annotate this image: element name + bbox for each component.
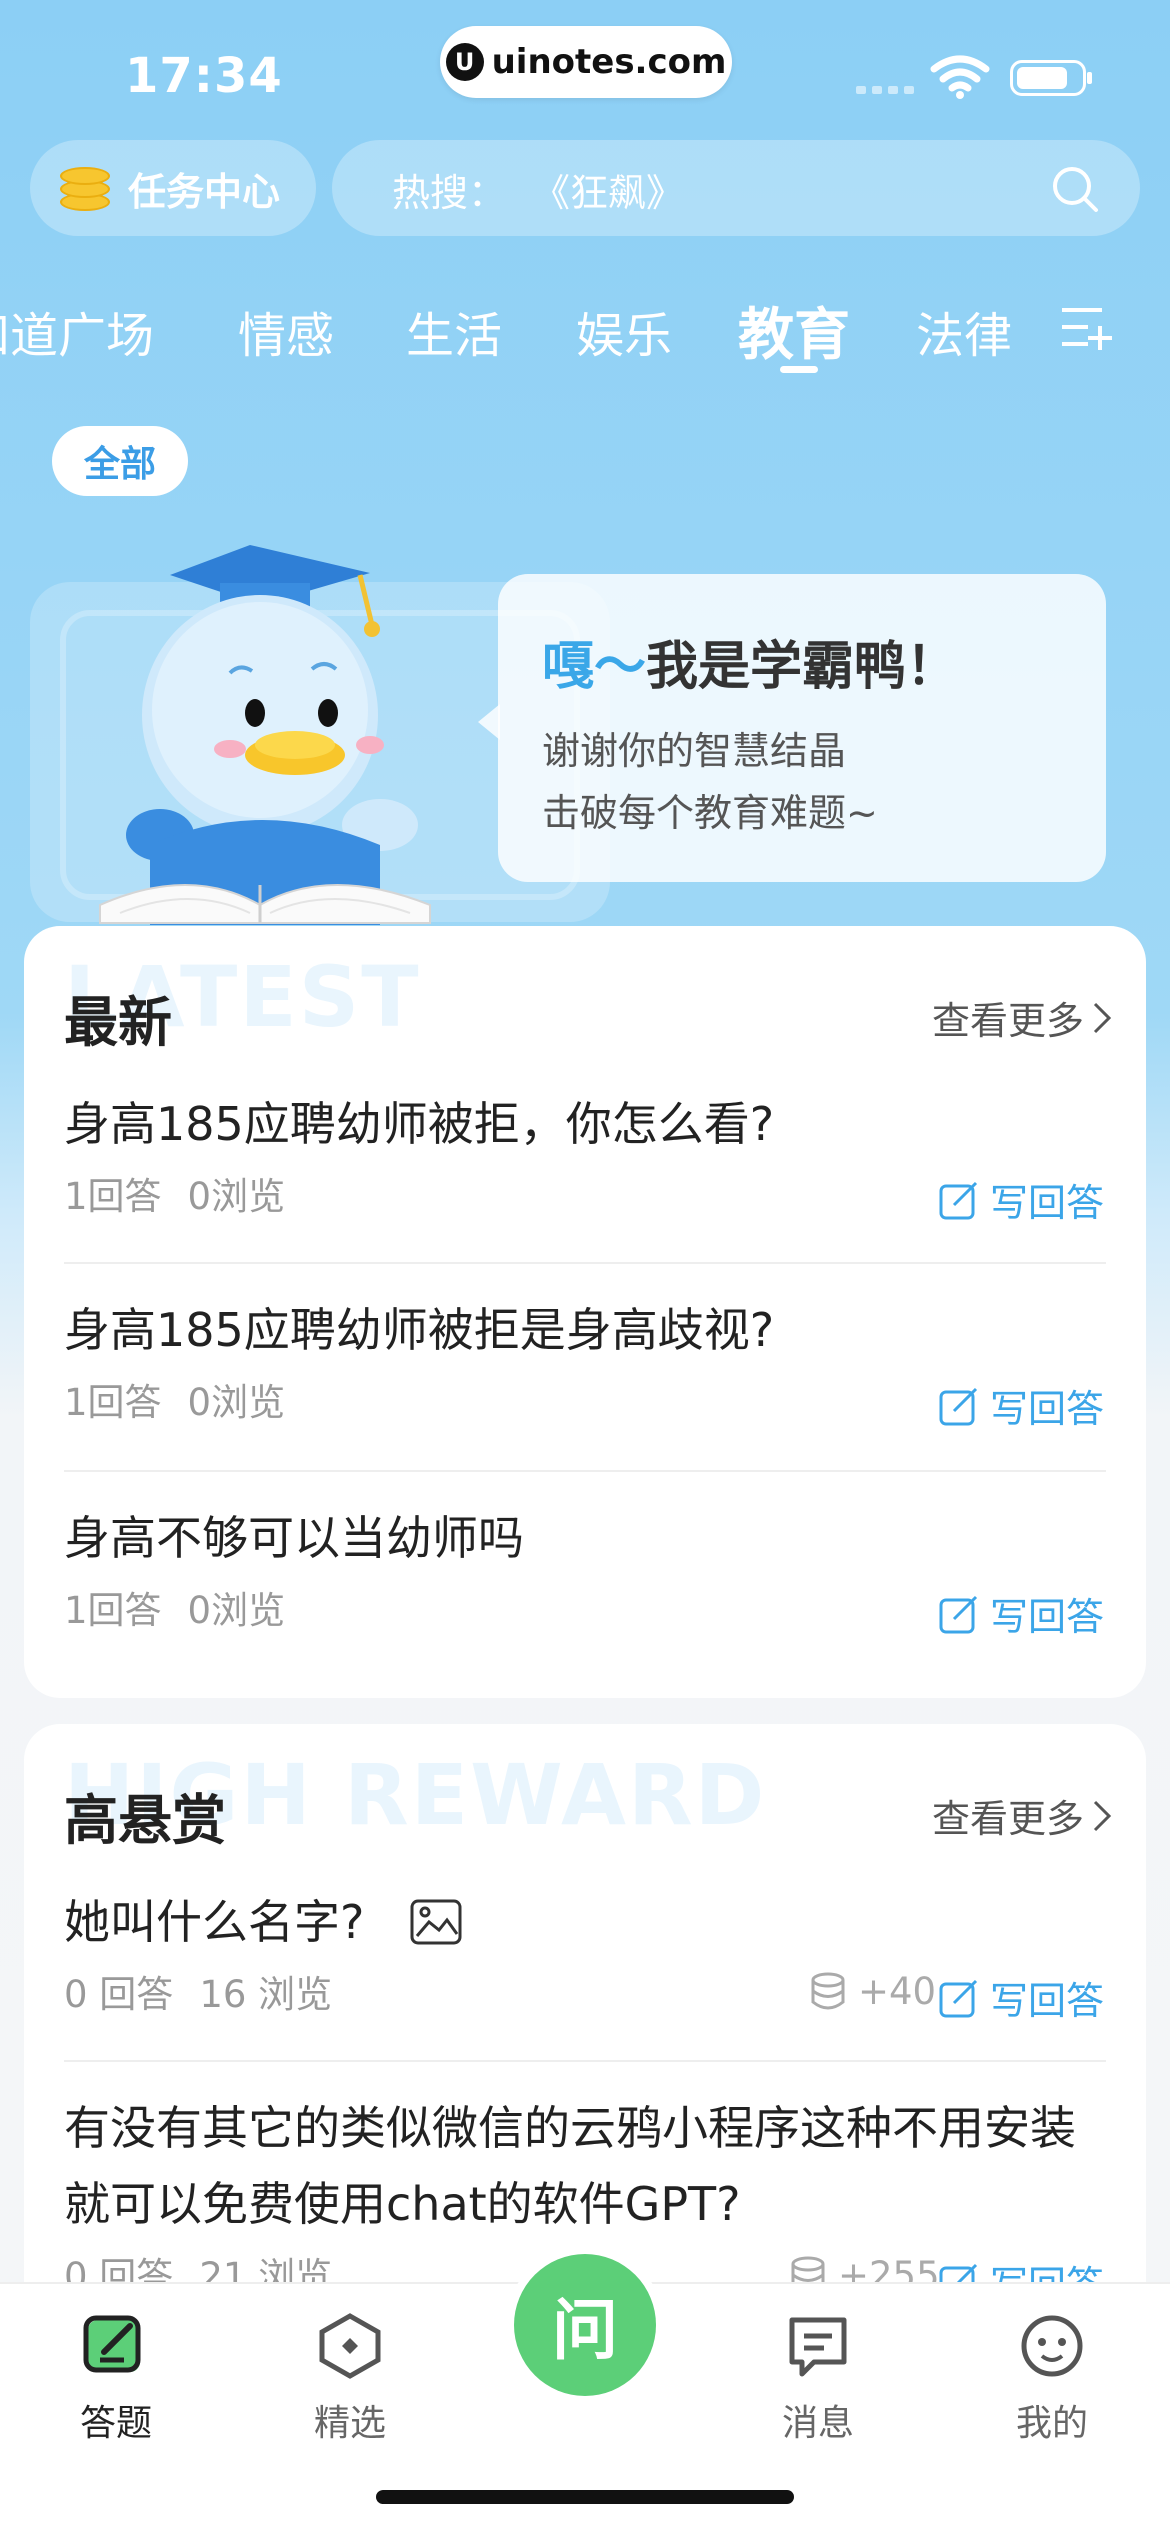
question-title: 身高185应聘幼师被拒，你怎么看? bbox=[64, 1097, 775, 1151]
view-count: 0浏览 bbox=[187, 1175, 286, 1218]
answer-count: 0 回答 bbox=[64, 1973, 174, 2016]
banner-line-2: 击破每个教育难题~ bbox=[542, 791, 878, 835]
tab-answer[interactable]: 答题 bbox=[46, 2312, 186, 2446]
high-reward-more-label: 查看更多 bbox=[931, 1797, 1084, 1841]
latest-title: 最新 bbox=[64, 991, 172, 1054]
question-item[interactable]: 身高185应聘幼师被拒，你怎么看? 1回答 0浏览 写回答 bbox=[64, 1086, 1104, 1225]
search-hot-keyword: 《狂飙》 bbox=[532, 171, 685, 215]
divider bbox=[64, 1470, 1106, 1472]
ask-question-label: 问 bbox=[514, 2254, 656, 2396]
latest-card: LATEST 最新 查看更多 身高185应聘幼师被拒，你怎么看? 1回答 0浏览 … bbox=[24, 926, 1146, 1698]
coin-stack-outline-icon bbox=[811, 1972, 845, 2009]
question-title: 有没有其它的类似微信的云鸦小程序这种不用安装就可以免费使用chat的软件GPT? bbox=[64, 2101, 1076, 2231]
question-item[interactable]: 身高185应聘幼师被拒是身高歧视? 1回答 0浏览 写回答 bbox=[64, 1292, 1104, 1431]
url-pill[interactable]: U uinotes.com bbox=[440, 26, 732, 98]
search-bar[interactable]: 热搜： 《狂飙》 bbox=[332, 140, 1140, 236]
divider bbox=[64, 2060, 1106, 2062]
answer-count: 1回答 bbox=[64, 1175, 162, 1218]
edit-icon bbox=[939, 1595, 978, 1633]
active-tab-indicator bbox=[780, 366, 818, 373]
tab-education[interactable]: 教育 bbox=[738, 290, 850, 371]
write-answer-label: 写回答 bbox=[989, 1181, 1104, 1225]
latest-more-link[interactable]: 查看更多 bbox=[932, 990, 1112, 1045]
tab-answer-label: 答题 bbox=[79, 2403, 152, 2444]
home-indicator bbox=[376, 2490, 794, 2504]
high-reward-more-link[interactable]: 查看更多 bbox=[932, 1788, 1112, 1843]
signal-icon bbox=[856, 86, 916, 94]
tab-law[interactable]: 法律 bbox=[916, 296, 1012, 366]
banner-greeting-text: 我是学霸鸭！ bbox=[646, 637, 959, 697]
divider bbox=[64, 1262, 1106, 1264]
question-item[interactable]: 身高不够可以当幼师吗 1回答 0浏览 写回答 bbox=[64, 1500, 1104, 1639]
latest-more-label: 查看更多 bbox=[931, 999, 1084, 1043]
write-answer-button[interactable]: 写回答 bbox=[938, 1172, 1104, 1227]
duck-mascot-illustration bbox=[99, 545, 431, 925]
status-time: 17:34 bbox=[125, 48, 283, 104]
message-icon bbox=[789, 2317, 847, 2377]
ask-question-button[interactable]: 问 bbox=[506, 2246, 664, 2404]
category-tabs: 知道广场 情感 生活 娱乐 教育 法律 bbox=[0, 290, 1170, 380]
chevron-right-icon bbox=[1093, 1800, 1112, 1831]
tab-mine-label: 我的 bbox=[1015, 2403, 1088, 2444]
chevron-right-icon bbox=[1093, 1002, 1112, 1033]
edit-icon bbox=[939, 1181, 978, 1219]
tab-life[interactable]: 生活 bbox=[406, 296, 502, 366]
site-url: uinotes.com bbox=[491, 42, 727, 82]
write-answer-button[interactable]: 写回答 bbox=[938, 1586, 1104, 1641]
featured-gem-icon bbox=[319, 2313, 381, 2379]
battery-icon bbox=[1010, 60, 1092, 96]
status-bar: 17:34 U uinotes.com bbox=[0, 0, 1170, 140]
high-reward-title: 高悬赏 bbox=[64, 1789, 226, 1852]
view-count: 0浏览 bbox=[187, 1381, 286, 1424]
write-answer-label: 写回答 bbox=[989, 1387, 1104, 1431]
profile-face-icon bbox=[1021, 2315, 1083, 2377]
write-answer-label: 写回答 bbox=[989, 1979, 1104, 2023]
view-count: 0浏览 bbox=[187, 1589, 286, 1632]
tab-featured-label: 精选 bbox=[313, 2403, 386, 2444]
tab-featured[interactable]: 精选 bbox=[280, 2312, 420, 2446]
site-logo-icon: U bbox=[445, 43, 484, 81]
banner-speech-bubble: 嘎～我是学霸鸭！ 谢谢你的智慧结晶 击破每个教育难题~ bbox=[478, 574, 1106, 882]
tab-emotion[interactable]: 情感 bbox=[238, 296, 334, 366]
bounty-amount: +40 bbox=[858, 1970, 937, 2013]
tab-entertainment[interactable]: 娱乐 bbox=[576, 296, 672, 366]
image-icon bbox=[410, 1899, 462, 1945]
edit-icon bbox=[939, 1979, 978, 2017]
answer-count: 1回答 bbox=[64, 1589, 162, 1632]
tab-mine[interactable]: 我的 bbox=[982, 2312, 1122, 2446]
wifi-icon bbox=[930, 55, 990, 99]
banner-greeting: 嘎～我是学霸鸭！ bbox=[542, 624, 958, 699]
question-title-row: 她叫什么名字? bbox=[64, 1884, 1104, 1960]
write-answer-button[interactable]: 写回答 bbox=[938, 1378, 1104, 1433]
answer-count: 1回答 bbox=[64, 1381, 162, 1424]
bounty-badge: +40 bbox=[810, 1970, 936, 2013]
tab-plaza[interactable]: 知道广场 bbox=[0, 296, 154, 366]
question-title: 她叫什么名字? bbox=[64, 1895, 365, 1949]
banner-greeting-prefix: 嘎～ bbox=[542, 637, 647, 697]
coin-stack-icon bbox=[60, 163, 110, 213]
edit-icon bbox=[939, 1387, 978, 1425]
write-answer-label: 写回答 bbox=[989, 1595, 1104, 1639]
task-center-label: 任务中心 bbox=[128, 169, 281, 214]
question-title: 身高185应聘幼师被拒是身高歧视? bbox=[64, 1303, 775, 1357]
tab-messages-label: 消息 bbox=[781, 2403, 854, 2444]
category-menu-icon[interactable] bbox=[1058, 300, 1114, 356]
view-count: 16 浏览 bbox=[199, 1973, 333, 2016]
question-item[interactable]: 她叫什么名字? 0 回答 16 浏览 +40 写回答 bbox=[64, 1884, 1104, 2023]
banner-line-1: 谢谢你的智慧结晶 bbox=[542, 729, 847, 773]
task-center-button[interactable]: 任务中心 bbox=[30, 140, 316, 236]
search-hot-label: 热搜： bbox=[392, 171, 507, 215]
filter-chip-all[interactable]: 全部 bbox=[52, 426, 188, 496]
tab-messages[interactable]: 消息 bbox=[748, 2312, 888, 2446]
write-answer-button[interactable]: 写回答 bbox=[938, 1970, 1104, 2025]
question-title: 身高不够可以当幼师吗 bbox=[64, 1511, 524, 1565]
search-icon[interactable] bbox=[1050, 164, 1100, 214]
answer-edit-icon bbox=[83, 2315, 141, 2373]
